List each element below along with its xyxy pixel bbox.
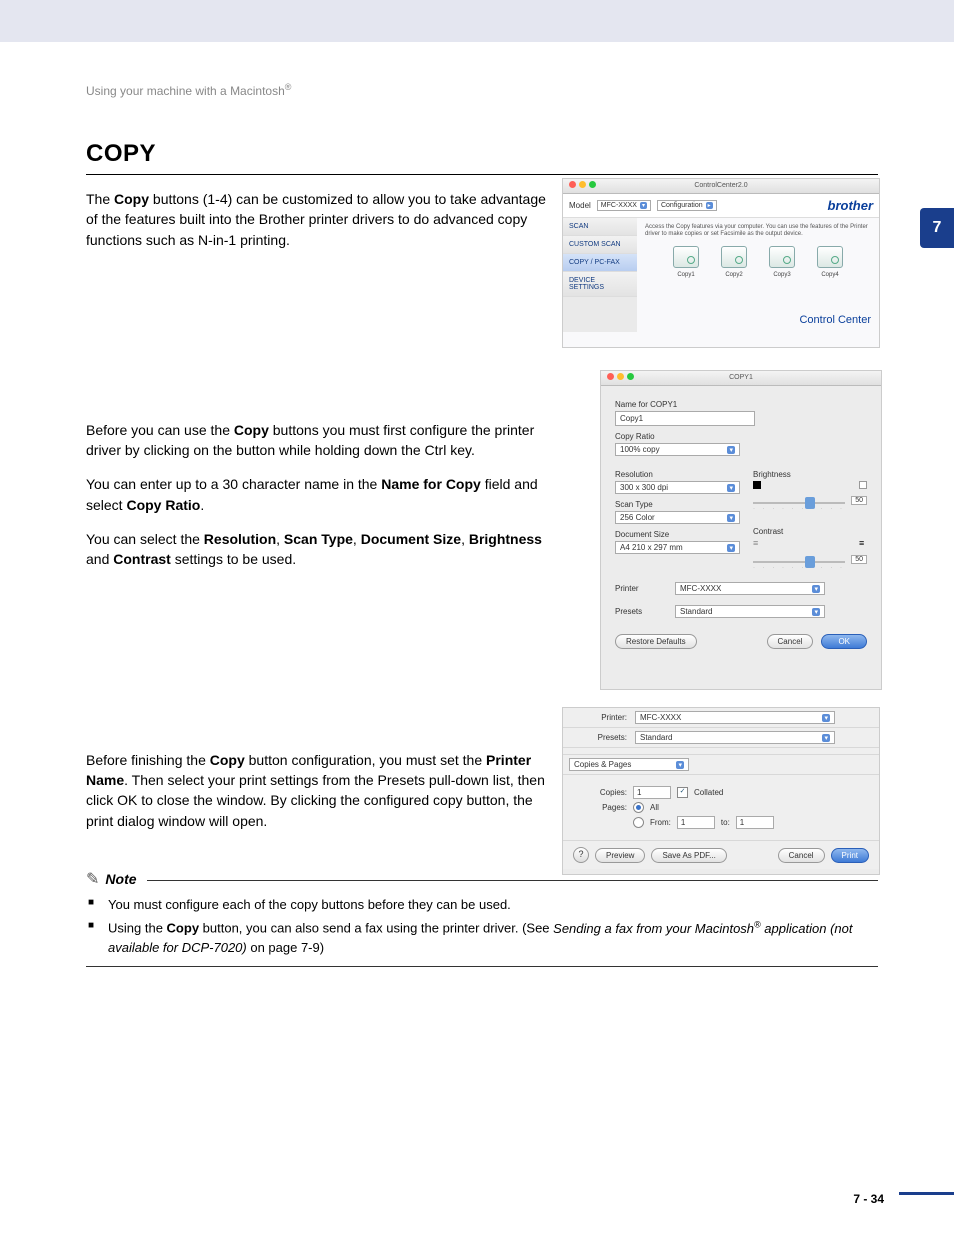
paragraph-printer-name: Before finishing the Copy button configu… [86, 750, 546, 831]
pages-label: Pages: [577, 803, 627, 812]
note-item-1: You must configure each of the copy butt… [86, 895, 878, 915]
screenshot-print-dialog: Printer: MFC-XXXX▾ Presets: Standard▾ Co… [562, 707, 880, 875]
collated-checkbox[interactable]: ✓ [677, 787, 688, 798]
breadcrumb: Using your machine with a Macintosh® [86, 82, 878, 98]
close-icon[interactable] [569, 181, 576, 188]
name-input[interactable]: Copy1 [615, 411, 755, 426]
copies-label: Copies: [577, 788, 627, 797]
pages-from-label: From: [650, 818, 671, 827]
controlcenter-logo: Control Center [799, 314, 871, 326]
model-label: Model [569, 201, 591, 210]
pages-to-input[interactable]: 1 [736, 816, 774, 829]
minimize-icon[interactable] [617, 373, 624, 380]
scan-type-select[interactable]: 256 Color▾ [615, 511, 740, 524]
zoom-icon[interactable] [627, 373, 634, 380]
contrast-value[interactable]: 50 [851, 555, 867, 564]
copy2-button[interactable]: Copy2 [721, 246, 747, 278]
copy-ratio-select[interactable]: 100% copy▾ [615, 443, 740, 456]
ok-button[interactable]: OK [821, 634, 867, 649]
brightness-label: Brightness [753, 470, 867, 479]
presets-select[interactable]: Standard▾ [675, 605, 825, 618]
copy-icon [673, 246, 699, 268]
print-cancel-button[interactable]: Cancel [778, 848, 825, 863]
pages-from-input[interactable]: 1 [677, 816, 715, 829]
printer-label: Printer [615, 584, 665, 593]
tab-device-settings[interactable]: DEVICE SETTINGS [563, 272, 637, 297]
pages-from-radio[interactable] [633, 817, 644, 828]
brightness-dark-icon [753, 481, 761, 489]
print-presets-select[interactable]: Standard▾ [635, 731, 835, 744]
note-rule-top [147, 880, 878, 881]
copy-icon [769, 246, 795, 268]
pages-all-label: All [650, 803, 659, 812]
print-section-select[interactable]: Copies & Pages▾ [569, 758, 689, 771]
brightness-value[interactable]: 50 [851, 496, 867, 505]
pages-all-radio[interactable] [633, 802, 644, 813]
configuration-select[interactable]: Configuration▸ [657, 200, 717, 211]
title-rule [86, 174, 878, 175]
resolution-select[interactable]: 300 x 300 dpi▾ [615, 481, 740, 494]
window-title: ControlCenter2.0 [563, 179, 879, 192]
page-number: 7 - 34 [853, 1192, 884, 1206]
window-controls[interactable] [569, 181, 596, 188]
close-icon[interactable] [607, 373, 614, 380]
help-button[interactable]: ? [573, 847, 589, 863]
cancel-button[interactable]: Cancel [767, 634, 814, 649]
page-title: COPY [86, 140, 878, 168]
zoom-icon[interactable] [589, 181, 596, 188]
paragraph-name-ratio: You can enter up to a 30 character name … [86, 474, 546, 515]
scan-type-label: Scan Type [615, 500, 737, 509]
panel-description: Access the Copy features via your comput… [645, 224, 871, 238]
window-controls[interactable] [607, 373, 634, 380]
print-printer-select[interactable]: MFC-XXXX▾ [635, 711, 835, 724]
copy-icon [817, 246, 843, 268]
name-label: Name for COPY1 [615, 400, 867, 409]
screenshot-copy-dialog: COPY1 Name for COPY1 Copy1 Copy Ratio 10… [600, 370, 882, 690]
copy-icon [721, 246, 747, 268]
contrast-label: Contrast [753, 527, 867, 536]
contrast-slider[interactable]: · · · · · · · · · · 50 [753, 552, 867, 572]
copy-ratio-label: Copy Ratio [615, 432, 867, 441]
contrast-low-icon [753, 538, 761, 548]
intro-paragraph: The Copy buttons (1-4) can be customized… [86, 189, 546, 250]
print-presets-label: Presets: [573, 733, 627, 742]
copy3-button[interactable]: Copy3 [769, 246, 795, 278]
note-title: Note [105, 871, 136, 887]
brightness-slider[interactable]: · · · · · · · · · · 50 [753, 493, 867, 513]
document-size-select[interactable]: A4 210 x 297 mm▾ [615, 541, 740, 554]
contrast-high-icon [859, 538, 867, 548]
copy4-button[interactable]: Copy4 [817, 246, 843, 278]
note-item-2: Using the Copy button, you can also send… [86, 918, 878, 957]
page-mark [899, 1192, 954, 1195]
tab-custom-scan[interactable]: CUSTOM SCAN [563, 236, 637, 254]
top-band [0, 0, 954, 42]
model-select[interactable]: MFC-XXXX▾ [597, 200, 651, 211]
note-icon: ✎ [86, 869, 99, 889]
paragraph-settings: You can select the Resolution, Scan Type… [86, 529, 546, 570]
dialog-title: COPY1 [601, 371, 881, 384]
save-as-pdf-button[interactable]: Save As PDF... [651, 848, 726, 863]
pages-to-label: to: [721, 818, 730, 827]
tab-scan[interactable]: SCAN [563, 218, 637, 236]
preview-button[interactable]: Preview [595, 848, 645, 863]
print-printer-label: Printer: [573, 713, 627, 722]
resolution-label: Resolution [615, 470, 737, 479]
copy1-button[interactable]: Copy1 [673, 246, 699, 278]
presets-label: Presets [615, 607, 665, 616]
document-size-label: Document Size [615, 530, 737, 539]
brightness-light-icon [859, 481, 867, 489]
tab-copy-pcfax[interactable]: COPY / PC-FAX [563, 254, 637, 272]
restore-defaults-button[interactable]: Restore Defaults [615, 634, 697, 649]
minimize-icon[interactable] [579, 181, 586, 188]
printer-select[interactable]: MFC-XXXX▾ [675, 582, 825, 595]
collated-label: Collated [694, 788, 723, 797]
note-block: ✎ Note You must configure each of the co… [86, 869, 878, 967]
note-rule-bottom [86, 966, 878, 967]
print-button[interactable]: Print [831, 848, 869, 863]
screenshot-controlcenter: ControlCenter2.0 Model MFC-XXXX▾ Configu… [562, 178, 880, 348]
copies-input[interactable]: 1 [633, 786, 671, 799]
brother-logo: brother [828, 198, 874, 213]
paragraph-configure: Before you can use the Copy buttons you … [86, 420, 546, 461]
